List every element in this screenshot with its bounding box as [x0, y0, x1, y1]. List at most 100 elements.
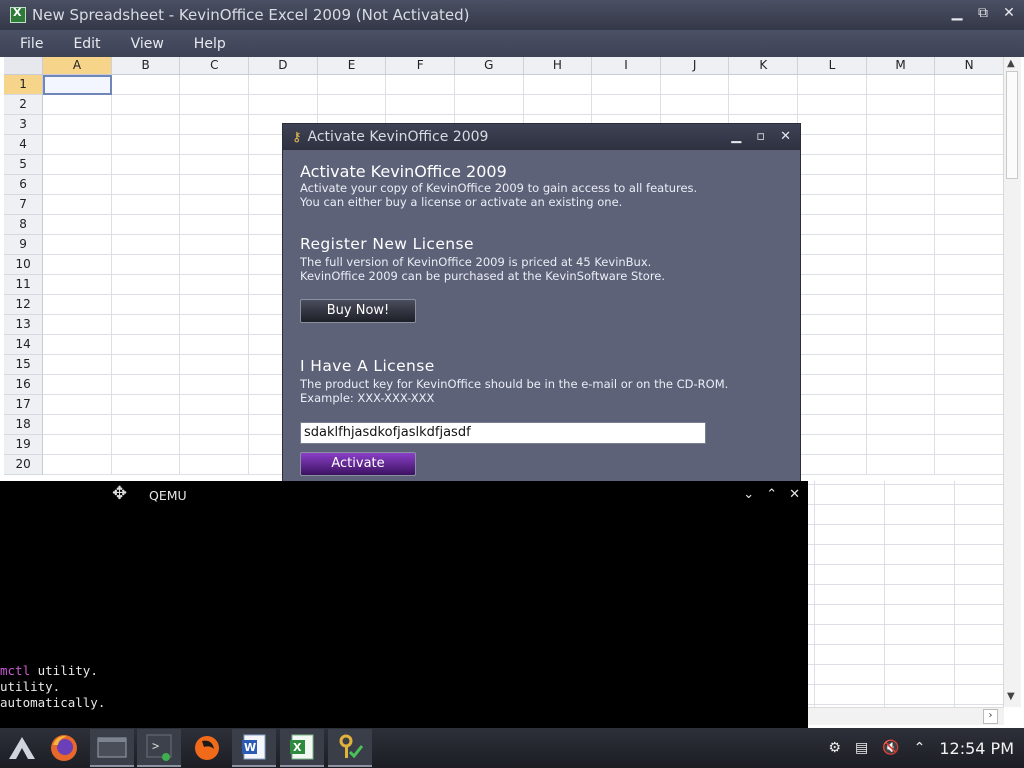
row-header[interactable]: 14 [4, 335, 44, 355]
row-header[interactable]: 1 [4, 75, 44, 95]
cell[interactable] [866, 215, 936, 235]
column-header[interactable]: E [317, 57, 387, 75]
qemu-minimize-icon[interactable]: ⌄ [743, 487, 754, 502]
buy-now-button[interactable]: Buy Now! [300, 299, 416, 323]
cell[interactable] [935, 275, 1003, 295]
column-header[interactable]: D [249, 57, 318, 75]
cell[interactable] [43, 155, 112, 175]
cell[interactable] [180, 115, 250, 135]
row-header[interactable]: 7 [4, 195, 44, 215]
qemu-icon[interactable] [185, 729, 229, 767]
close-button[interactable]: ✕ [1002, 5, 1016, 21]
cell[interactable] [180, 255, 250, 275]
cell[interactable] [798, 295, 867, 315]
cell[interactable] [111, 355, 181, 375]
cell[interactable] [935, 135, 1003, 155]
cell[interactable] [866, 95, 936, 115]
row-header[interactable]: 16 [4, 375, 44, 395]
row-header[interactable]: 18 [4, 415, 44, 435]
scroll-down-icon[interactable]: ▼ [1007, 691, 1015, 702]
dialog-maximize-button[interactable]: ▫ [756, 129, 765, 144]
cell[interactable] [798, 175, 867, 195]
cell[interactable] [317, 75, 387, 95]
qemu-close-icon[interactable]: ✕ [789, 487, 800, 502]
row-header[interactable]: 3 [4, 115, 44, 135]
cell[interactable] [43, 255, 112, 275]
cell[interactable] [180, 195, 250, 215]
cell[interactable] [111, 275, 181, 295]
cell[interactable] [43, 435, 112, 455]
cell[interactable] [935, 95, 1003, 115]
cell[interactable] [43, 175, 112, 195]
scroll-right-icon[interactable]: › [983, 709, 998, 724]
row-header[interactable]: 2 [4, 95, 44, 115]
cell[interactable] [798, 375, 867, 395]
product-key-input[interactable]: sdaklfhjasdkofjaslkdfjasdf [300, 422, 706, 444]
row-header[interactable]: 11 [4, 275, 44, 295]
cell[interactable] [111, 335, 181, 355]
row-header[interactable]: 5 [4, 155, 44, 175]
cell[interactable] [180, 375, 250, 395]
cell[interactable] [43, 135, 112, 155]
cell[interactable] [180, 135, 250, 155]
scroll-thumb[interactable] [1006, 71, 1018, 179]
row-header[interactable]: 15 [4, 355, 44, 375]
cell[interactable] [935, 195, 1003, 215]
cell[interactable] [43, 115, 112, 135]
cell[interactable] [798, 275, 867, 295]
column-header[interactable]: J [660, 57, 730, 75]
cell[interactable] [43, 275, 112, 295]
terminal-icon[interactable]: > [137, 729, 181, 767]
cell[interactable] [111, 395, 181, 415]
cell[interactable] [866, 255, 936, 275]
menu-file[interactable]: File [8, 36, 55, 52]
cell[interactable] [798, 335, 867, 355]
cell[interactable] [798, 215, 867, 235]
cell[interactable] [866, 75, 936, 95]
activate-button[interactable]: Activate [300, 452, 416, 476]
cell[interactable] [866, 355, 936, 375]
cell[interactable] [43, 295, 112, 315]
menu-help[interactable]: Help [182, 36, 238, 52]
cell[interactable] [866, 115, 936, 135]
cell[interactable] [798, 135, 867, 155]
excel-icon[interactable]: X [280, 729, 324, 767]
dialog-close-button[interactable]: ✕ [780, 129, 791, 144]
cell[interactable] [111, 315, 181, 335]
row-header[interactable]: 4 [4, 135, 44, 155]
cell[interactable] [866, 455, 936, 475]
cell[interactable] [180, 95, 250, 115]
select-all-corner[interactable] [4, 57, 44, 75]
menu-view[interactable]: View [119, 36, 176, 52]
cell[interactable] [866, 415, 936, 435]
restore-button[interactable]: ⧉ [976, 5, 990, 21]
move-icon[interactable]: ✥ [112, 483, 127, 504]
cell[interactable] [111, 215, 181, 235]
cell[interactable] [386, 95, 455, 115]
cell[interactable] [111, 75, 181, 95]
cell[interactable] [111, 95, 181, 115]
cell[interactable] [660, 75, 730, 95]
column-header[interactable]: N [935, 57, 1003, 75]
row-header[interactable]: 19 [4, 435, 44, 455]
cell[interactable] [454, 75, 524, 95]
cell[interactable] [866, 175, 936, 195]
cell[interactable] [592, 95, 661, 115]
cell[interactable] [866, 295, 936, 315]
cell[interactable] [935, 315, 1003, 335]
column-header[interactable]: H [523, 57, 593, 75]
cell[interactable] [180, 335, 250, 355]
row-header[interactable]: 20 [4, 455, 44, 475]
activation-key-icon[interactable] [328, 729, 372, 767]
cell[interactable] [592, 75, 661, 95]
cell[interactable] [180, 155, 250, 175]
cell[interactable] [798, 455, 867, 475]
column-header[interactable]: K [729, 57, 799, 75]
row-header[interactable]: 12 [4, 295, 44, 315]
network-icon[interactable]: ⚙ [828, 740, 841, 756]
cell[interactable] [43, 355, 112, 375]
row-header[interactable]: 10 [4, 255, 44, 275]
firefox-icon[interactable] [42, 729, 86, 767]
cell[interactable] [111, 155, 181, 175]
cell[interactable] [935, 215, 1003, 235]
